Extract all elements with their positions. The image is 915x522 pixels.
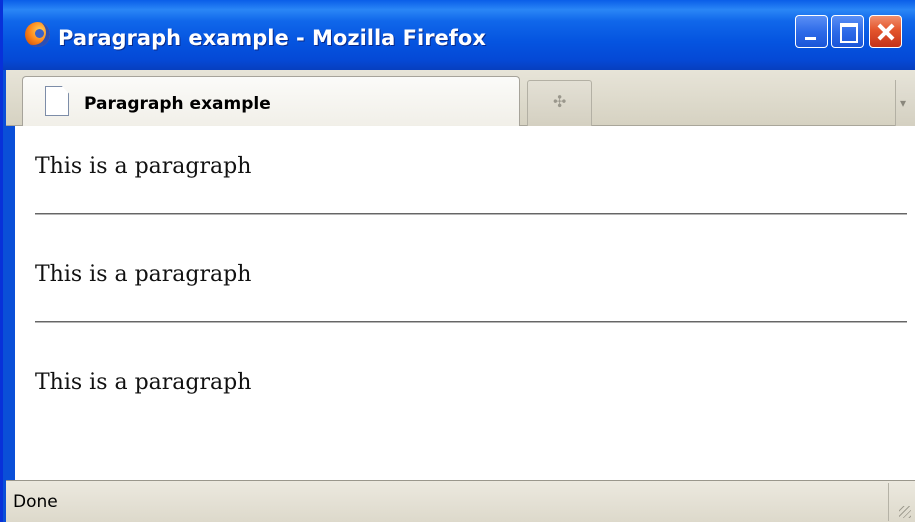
tab-label: Paragraph example: [84, 94, 271, 114]
resize-grip-icon[interactable]: [888, 483, 914, 521]
tab-paragraph-example[interactable]: Paragraph example: [22, 76, 520, 127]
page-content: This is a paragraph This is a paragraph …: [15, 126, 915, 480]
tab-strip: Paragraph example ✣ ▾: [6, 70, 915, 127]
close-button[interactable]: [869, 15, 902, 48]
new-tab-icon: ✣: [553, 92, 567, 111]
maximize-button[interactable]: [831, 15, 864, 48]
minimize-button[interactable]: [795, 15, 828, 48]
horizontal-rule: [35, 213, 907, 215]
chevron-down-icon: ▾: [900, 96, 907, 110]
window-title: Paragraph example - Mozilla Firefox: [58, 26, 486, 50]
page-icon: [45, 86, 69, 116]
horizontal-rule: [35, 321, 907, 323]
paragraph: This is a paragraph: [35, 262, 252, 287]
title-bar[interactable]: Paragraph example - Mozilla Firefox: [3, 0, 915, 70]
status-bar: Done: [6, 480, 915, 522]
firefox-logo-icon: [25, 22, 50, 47]
paragraph: This is a paragraph: [35, 370, 252, 395]
tab-list-button[interactable]: ▾: [895, 80, 915, 126]
browser-window: Paragraph example - Mozilla Firefox Para…: [0, 0, 915, 522]
paragraph: This is a paragraph: [35, 154, 252, 179]
new-tab-button[interactable]: ✣: [527, 80, 592, 126]
status-text: Done: [13, 492, 58, 512]
